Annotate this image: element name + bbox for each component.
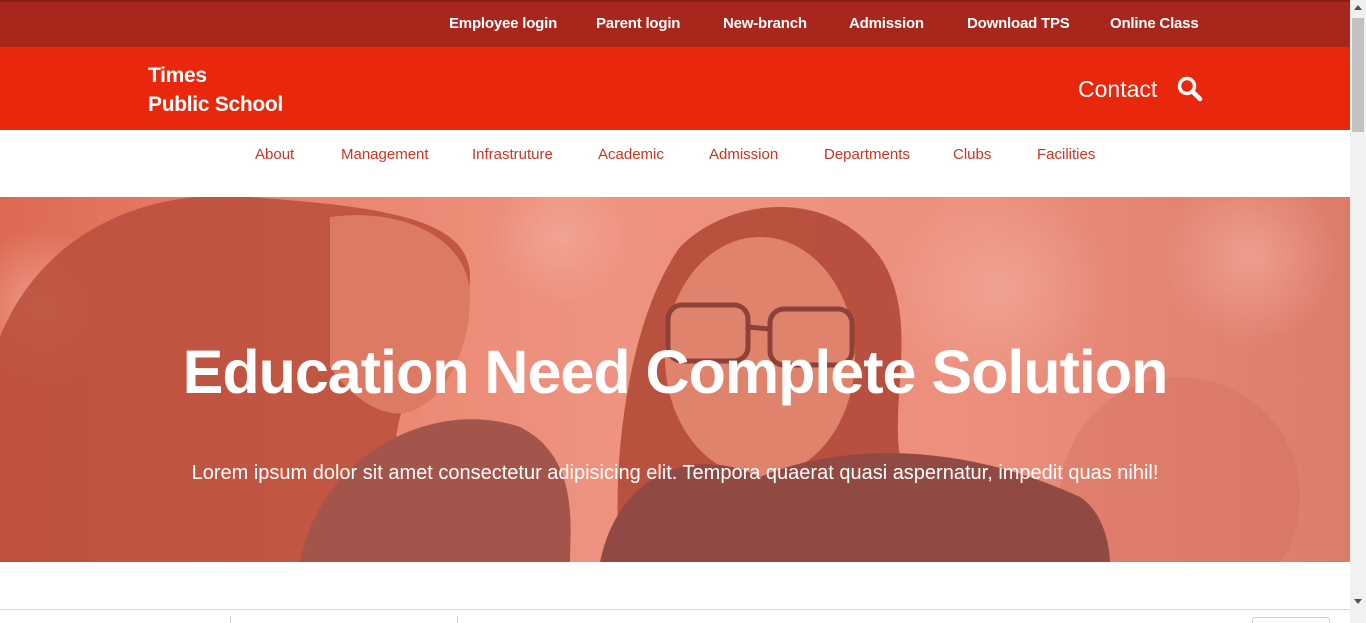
- topbar-link-new-branch[interactable]: New-branch: [723, 15, 807, 32]
- search-icon[interactable]: [1176, 75, 1204, 103]
- section-divider-tick: [230, 616, 231, 623]
- contact-link[interactable]: Contact: [1078, 76, 1157, 103]
- topbar-link-employee-login[interactable]: Employee login: [449, 15, 557, 32]
- topbar-link-download-tps[interactable]: Download TPS: [967, 15, 1070, 32]
- nav-item-admission[interactable]: Admission: [709, 146, 778, 163]
- brand-line-1: Times: [148, 64, 207, 87]
- nav-item-infrastructure[interactable]: Infrastruture: [472, 146, 553, 163]
- vertical-scrollbar[interactable]: [1350, 0, 1366, 623]
- section-divider: [0, 609, 1350, 610]
- page-viewport: Employee login Parent login New-branch A…: [0, 0, 1350, 623]
- hero-subtitle: Lorem ipsum dolor sit amet consectetur a…: [191, 462, 1159, 484]
- topbar-link-parent-login[interactable]: Parent login: [596, 15, 680, 32]
- main-nav: About Management Infrastruture Academic …: [0, 130, 1350, 197]
- scroll-down-arrow-icon[interactable]: [1350, 593, 1366, 609]
- nav-item-about[interactable]: About: [255, 146, 294, 163]
- nav-item-management[interactable]: Management: [341, 146, 429, 163]
- top-utility-bar: Employee login Parent login New-branch A…: [0, 0, 1350, 47]
- hero-banner: Education Need Complete Solution Lorem i…: [0, 197, 1350, 562]
- site-header: Times Public School Contact: [0, 47, 1350, 130]
- brand-line-2: Public School: [148, 93, 283, 116]
- topbar-link-online-class[interactable]: Online Class: [1110, 15, 1199, 32]
- bottom-partial-button[interactable]: [1252, 617, 1330, 623]
- school-logo-text[interactable]: Times Public School: [148, 61, 283, 119]
- topbar-link-admission[interactable]: Admission: [849, 15, 924, 32]
- scroll-up-arrow-icon[interactable]: [1350, 0, 1366, 16]
- nav-item-facilities[interactable]: Facilities: [1037, 146, 1095, 163]
- nav-item-departments[interactable]: Departments: [824, 146, 910, 163]
- nav-item-clubs[interactable]: Clubs: [953, 146, 991, 163]
- scrollbar-thumb[interactable]: [1352, 18, 1364, 132]
- hero-title: Education Need Complete Solution: [182, 338, 1169, 406]
- section-divider-tick: [457, 616, 458, 623]
- nav-item-academic[interactable]: Academic: [598, 146, 664, 163]
